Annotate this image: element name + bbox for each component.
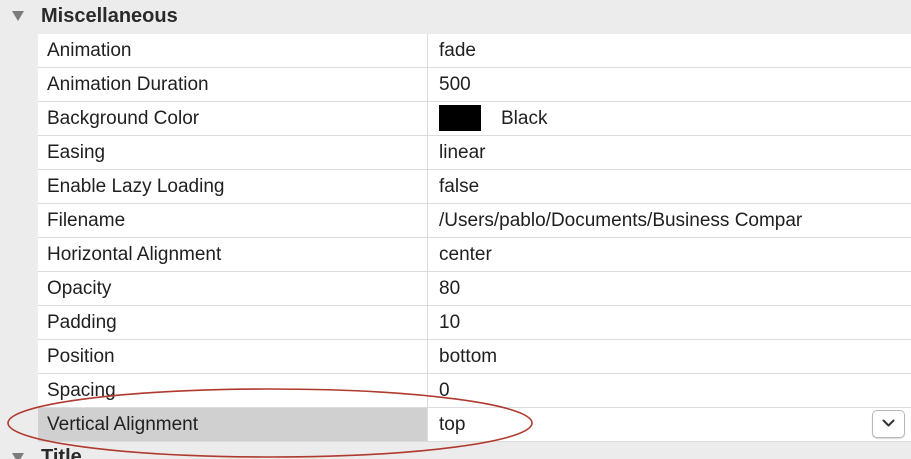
property-name: Spacing (38, 374, 428, 407)
property-value[interactable]: 80 (429, 272, 911, 305)
disclosure-triangle-icon[interactable] (12, 11, 24, 21)
property-name: Padding (38, 306, 428, 339)
property-row-spacing[interactable]: Spacing 0 (38, 374, 911, 408)
dropdown-button[interactable] (872, 410, 905, 438)
property-value[interactable]: bottom (429, 340, 911, 373)
property-name: Opacity (38, 272, 428, 305)
property-value[interactable]: 500 (429, 68, 911, 101)
chevron-down-icon (882, 419, 895, 427)
property-name: Animation (38, 34, 428, 67)
property-name: Vertical Alignment (38, 408, 428, 441)
property-row-filename[interactable]: Filename /Users/pablo/Documents/Business… (38, 204, 911, 238)
property-value-color[interactable]: Black (429, 102, 911, 135)
property-value[interactable]: /Users/pablo/Documents/Business Compar (429, 204, 911, 237)
property-row-background-color[interactable]: Background Color Black (38, 102, 911, 136)
property-value[interactable]: linear (429, 136, 911, 169)
property-row-horizontal-alignment[interactable]: Horizontal Alignment center (38, 238, 911, 272)
property-value[interactable]: false (429, 170, 911, 203)
property-row-animation[interactable]: Animation fade (38, 34, 911, 68)
section-title: Miscellaneous (41, 5, 178, 27)
property-name: Position (38, 340, 428, 373)
property-row-enable-lazy-loading[interactable]: Enable Lazy Loading false (38, 170, 911, 204)
property-row-padding[interactable]: Padding 10 (38, 306, 911, 340)
property-name: Animation Duration (38, 68, 428, 101)
property-name: Easing (38, 136, 428, 169)
property-row-opacity[interactable]: Opacity 80 (38, 272, 911, 306)
property-value[interactable]: center (429, 238, 911, 271)
color-name: Black (501, 108, 548, 129)
color-swatch[interactable] (439, 105, 481, 131)
section-header-title[interactable]: Title (0, 442, 911, 459)
property-table: Animation fade Animation Duration 500 Ba… (38, 34, 911, 442)
section-header-miscellaneous[interactable]: Miscellaneous (0, 0, 911, 34)
property-row-position[interactable]: Position bottom (38, 340, 911, 374)
property-row-vertical-alignment[interactable]: Vertical Alignment top (38, 408, 911, 442)
property-row-animation-duration[interactable]: Animation Duration 500 (38, 68, 911, 102)
disclosure-triangle-icon[interactable] (12, 453, 24, 459)
property-value[interactable]: 0 (429, 374, 911, 407)
property-name: Horizontal Alignment (38, 238, 428, 271)
property-name: Background Color (38, 102, 428, 135)
property-row-easing[interactable]: Easing linear (38, 136, 911, 170)
property-name: Enable Lazy Loading (38, 170, 428, 203)
property-name: Filename (38, 204, 428, 237)
section-title: Title (41, 446, 82, 459)
property-value[interactable]: top (429, 408, 911, 441)
property-value[interactable]: fade (429, 34, 911, 67)
property-value[interactable]: 10 (429, 306, 911, 339)
